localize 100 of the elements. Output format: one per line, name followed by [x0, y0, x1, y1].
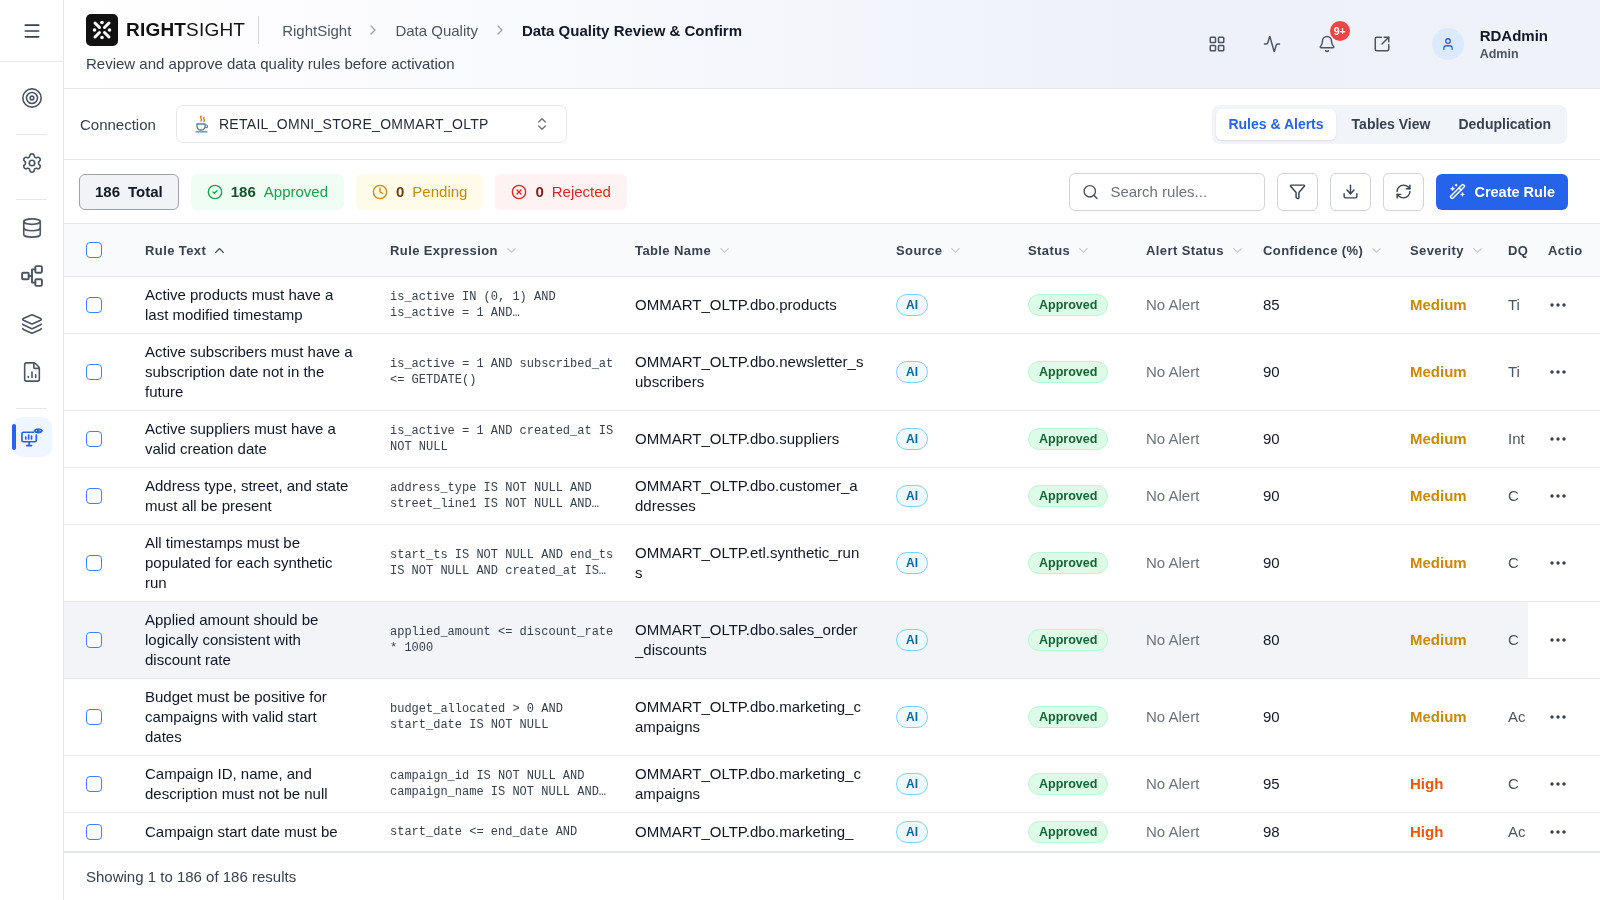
column-header[interactable]: Rule Expression — [390, 242, 519, 258]
dq-text: C — [1508, 553, 1519, 573]
clock-icon — [372, 183, 388, 200]
dq-text: Ti — [1508, 295, 1520, 315]
rule-expression: applied_amount <= discount_rate * 1000 — [390, 624, 615, 656]
row-checkbox[interactable] — [86, 431, 102, 447]
create-rule-button[interactable]: Create Rule — [1436, 173, 1568, 210]
source-badge: AI — [896, 773, 928, 795]
summary-chip[interactable]: 0 Pending — [356, 173, 484, 210]
alert-status: No Alert — [1146, 630, 1200, 650]
view-tab[interactable]: Tables View — [1339, 108, 1443, 140]
download-button[interactable] — [1330, 172, 1372, 211]
alert-status: No Alert — [1146, 295, 1200, 315]
column-header[interactable]: Severity — [1410, 242, 1485, 258]
layers-icon — [20, 313, 43, 335]
user-avatar-icon[interactable] — [1431, 28, 1464, 60]
rule-expression: campaign_id IS NOT NULL AND campaign_name IS NOT NULL AND… — [390, 768, 608, 800]
grid-icon[interactable] — [1207, 35, 1226, 53]
source-badge: AI — [896, 552, 928, 574]
ellipsis-icon — [1550, 782, 1566, 786]
status-badge: Approved — [1028, 428, 1109, 450]
dq-text: C — [1508, 774, 1519, 794]
table-name: OMMART_OLTP.dbo.marketing_campaigns — [635, 764, 862, 804]
row-checkbox[interactable] — [86, 709, 102, 725]
user-role: Admin — [1479, 45, 1520, 62]
status-badge: Approved — [1028, 361, 1109, 383]
search-field[interactable]: Search rules... — [1069, 172, 1266, 211]
source-badge: AI — [896, 821, 928, 843]
row-checkbox[interactable] — [86, 555, 102, 571]
column-header[interactable]: Alert Status — [1146, 242, 1245, 258]
rule-expression: is_active = 1 AND subscribed_at <= GETDATE() — [390, 356, 615, 388]
summary-chip[interactable]: 186 Approved — [190, 173, 344, 210]
x-circle-icon — [511, 183, 528, 200]
confidence-value: 90 — [1263, 429, 1280, 449]
confidence-value: 90 — [1263, 553, 1280, 573]
dq-text: Ti — [1508, 362, 1520, 382]
status-badge: Approved — [1028, 629, 1109, 651]
ellipsis-icon — [1550, 370, 1566, 374]
severity-label: Medium — [1410, 486, 1467, 506]
bell-icon[interactable] — [1317, 35, 1336, 53]
rule-expression: address_type IS NOT NULL AND street_line1 IS NOT NULL AND… — [390, 480, 600, 512]
dq-text: C — [1508, 630, 1519, 650]
breadcrumb-link[interactable]: RightSight — [282, 21, 352, 39]
view-tab[interactable]: Rules & Alerts — [1216, 108, 1336, 140]
settings-icon — [20, 152, 43, 174]
status-badge: Approved — [1028, 773, 1109, 795]
rule-expression: start_ts IS NOT NULL AND end_ts IS NOT NULL AND created_at IS… — [390, 547, 615, 579]
rule-expression: start_date <= end_date AND — [390, 824, 579, 840]
rule-text: Active products must have a last modified timestamp — [145, 285, 335, 325]
magic-wand-icon — [1449, 183, 1467, 200]
status-badge: Approved — [1028, 706, 1109, 728]
breadcrumb-link[interactable]: Data Quality — [395, 21, 478, 39]
table-name: OMMART_OLTP.dbo.newsletter_subscribers — [635, 352, 864, 392]
alert-status: No Alert — [1146, 774, 1200, 794]
alert-status: No Alert — [1146, 707, 1200, 727]
rule-text: Campaign ID, name, and description must not be null — [145, 764, 329, 804]
alert-status: No Alert — [1146, 429, 1200, 449]
filter-button[interactable] — [1277, 172, 1319, 211]
column-header[interactable]: Status — [1028, 242, 1092, 258]
refresh-icon — [1395, 183, 1413, 200]
source-badge: AI — [896, 706, 928, 728]
summary-chip[interactable]: 0 Rejected — [495, 173, 627, 210]
row-checkbox[interactable] — [86, 488, 102, 504]
pulse-icon[interactable] — [1262, 35, 1281, 53]
connection-label: Connection — [80, 115, 156, 133]
user-name: RDAdmin — [1479, 26, 1548, 45]
status-badge: Approved — [1028, 485, 1109, 507]
confidence-value: 90 — [1263, 486, 1280, 506]
row-checkbox[interactable] — [86, 776, 102, 792]
row-checkbox[interactable] — [86, 297, 102, 313]
search-icon — [1082, 183, 1100, 200]
column-header: DQ — [1508, 242, 1529, 258]
severity-label: Medium — [1410, 630, 1467, 650]
row-checkbox[interactable] — [86, 364, 102, 380]
row-checkbox[interactable] — [86, 824, 102, 840]
table-name: OMMART_OLTP.dbo.sales_order_discounts — [635, 620, 859, 660]
funnel-icon — [1289, 183, 1307, 200]
row-checkbox[interactable] — [86, 632, 102, 648]
ellipsis-icon — [1550, 561, 1566, 565]
sidebar-item[interactable] — [11, 417, 52, 457]
column-header[interactable]: Source — [896, 242, 964, 258]
connection-select[interactable]: RETAIL_OMNI_STORE_OMMART_OLTP — [175, 105, 567, 143]
breadcrumb-current: Data Quality Review & Confirm — [521, 21, 742, 39]
confidence-value: 95 — [1263, 774, 1280, 794]
source-badge: AI — [896, 294, 928, 316]
column-header[interactable]: Confidence (%) — [1263, 242, 1385, 258]
refresh-button[interactable] — [1383, 172, 1425, 211]
confidence-value: 80 — [1263, 630, 1280, 650]
rule-text: Campaign start date must be — [145, 822, 339, 842]
severity-label: Medium — [1410, 707, 1467, 727]
select-all-checkbox[interactable] — [86, 242, 102, 258]
source-badge: AI — [896, 629, 928, 651]
external-link-icon[interactable] — [1372, 35, 1391, 53]
column-header[interactable]: Table Name — [635, 242, 732, 258]
severity-label: High — [1410, 774, 1444, 794]
column-header[interactable]: Rule Text — [145, 242, 228, 258]
rule-text: Active subscribers must have a subscription date not in the future — [145, 342, 354, 402]
view-tab[interactable]: Deduplication — [1446, 108, 1563, 140]
alert-status: No Alert — [1146, 822, 1200, 842]
summary-chip[interactable]: 186 Total — [79, 173, 179, 210]
